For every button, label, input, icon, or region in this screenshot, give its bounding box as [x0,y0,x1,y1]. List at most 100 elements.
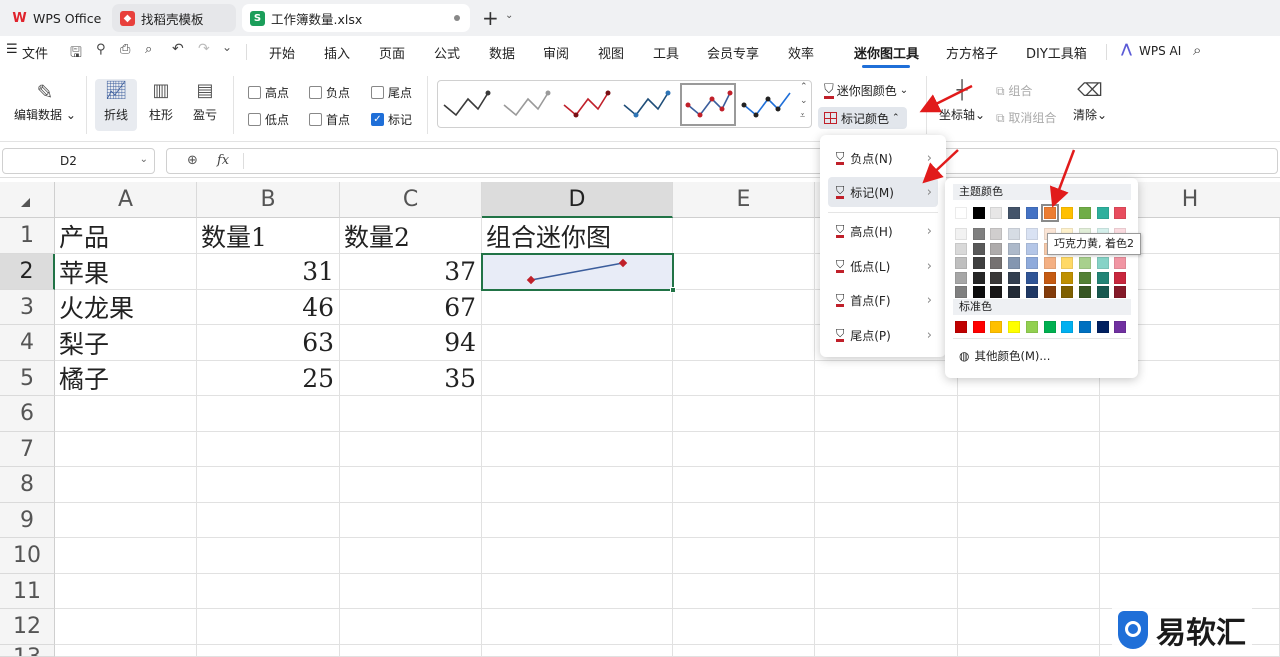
row-header-12[interactable]: 12 [0,609,55,645]
theme-shade-swatch[interactable] [1078,286,1091,298]
menu-insert[interactable]: 插入 [324,43,350,62]
style-swatch-2[interactable] [503,90,551,117]
cell-h6[interactable] [1100,396,1280,432]
theme-shade-swatch[interactable] [972,242,985,255]
cell-f8[interactable] [815,467,958,503]
theme-shade-swatch[interactable] [955,228,967,240]
unsaved-dot-icon[interactable] [454,15,460,21]
theme-shade-swatch[interactable] [990,228,1003,240]
menu-item-markers[interactable]: ⛉ 标记(M) › [828,177,938,207]
menu-view[interactable]: 视图 [598,43,624,62]
cell-e3[interactable] [673,290,815,325]
cell-d12[interactable] [482,609,673,645]
cell-b7[interactable] [197,432,340,467]
style-swatch-1[interactable] [443,90,491,117]
undo-icon[interactable]: ↶ [172,41,184,57]
row-header-2[interactable]: 2 [0,254,55,290]
cell-c12[interactable] [340,609,482,645]
standard-color-swatch[interactable] [1043,321,1056,333]
cell-e10[interactable] [673,538,815,574]
print-icon[interactable]: ⎙ [120,42,130,57]
theme-shade-swatch[interactable] [1025,257,1038,269]
theme-shade-swatch[interactable] [1061,271,1074,284]
theme-shade-swatch[interactable] [972,257,985,269]
gallery-scroll-up-icon[interactable]: ⌃ [800,82,808,92]
quick-access-chevron-icon[interactable]: ⌄ [222,40,232,54]
cell-a1[interactable]: 产品 [55,218,197,254]
more-colors-button[interactable]: ◍ 其他颜色(M)... [959,348,1050,364]
row-header-13[interactable]: 13 [0,645,55,657]
cell-c6[interactable] [340,396,482,432]
cell-a3[interactable]: 火龙果 [55,290,197,325]
cell-d10[interactable] [482,538,673,574]
cell-b8[interactable] [197,467,340,503]
cell-g10[interactable] [958,538,1100,574]
cell-e11[interactable] [673,574,815,609]
last-point-checkbox[interactable]: 尾点 [371,84,412,101]
cell-c10[interactable] [340,538,482,574]
cell-e8[interactable] [673,467,815,503]
theme-color-swatch[interactable] [1078,207,1091,219]
cell-a6[interactable] [55,396,197,432]
cell-g13[interactable] [958,645,1100,657]
theme-color-swatch[interactable] [1025,207,1038,219]
theme-shade-swatch[interactable] [1096,271,1109,284]
theme-color-swatch[interactable] [1008,207,1021,219]
theme-shade-swatch[interactable] [990,286,1003,298]
marker-color-button[interactable]: 标记颜色 ⌃ [818,107,907,129]
cell-c4[interactable]: 94 [340,325,482,361]
theme-shade-swatch[interactable] [1096,257,1109,269]
cell-d3[interactable] [482,290,673,325]
cell-b12[interactable] [197,609,340,645]
menu-item-first-point[interactable]: ⛉ 首点(F) › [828,285,938,315]
column-type-button[interactable]: ▥ 柱形 [140,80,182,123]
cell-e4[interactable] [673,325,815,361]
theme-shade-swatch[interactable] [955,257,967,269]
cell-a10[interactable] [55,538,197,574]
cell-b13[interactable] [197,645,340,657]
column-header-e[interactable]: E [673,182,815,218]
cell-f10[interactable] [815,538,958,574]
markers-checkbox[interactable]: ✓ 标记 [371,111,412,128]
row-header-8[interactable]: 8 [0,467,55,503]
cell-f7[interactable] [815,432,958,467]
negative-point-checkbox[interactable]: 负点 [309,84,350,101]
standard-color-swatch[interactable] [1114,321,1127,333]
cell-a8[interactable] [55,467,197,503]
theme-shade-swatch[interactable] [1008,228,1021,240]
menu-item-high-point[interactable]: ⛉ 高点(H) › [828,216,938,246]
cell-c13[interactable] [340,645,482,657]
row-header-9[interactable]: 9 [0,503,55,538]
theme-shade-swatch[interactable] [955,271,967,284]
menu-data[interactable]: 数据 [489,43,515,62]
cell-a9[interactable] [55,503,197,538]
menu-sparkline-tools[interactable]: 迷你图工具 [854,43,919,62]
tab-list-chevron-icon[interactable]: ⌄ [505,10,513,21]
theme-color-swatch[interactable] [1114,207,1127,219]
menu-efficiency[interactable]: 效率 [788,43,814,62]
cell-a12[interactable] [55,609,197,645]
theme-shade-swatch[interactable] [1025,228,1038,240]
print-preview-icon[interactable]: ⌕ [145,42,152,57]
theme-shade-swatch[interactable] [955,286,967,298]
cell-e2[interactable] [673,254,815,290]
cell-c2[interactable]: 37 [340,254,482,290]
zoom-search-icon[interactable]: ⊕ [187,153,198,168]
cell-f5[interactable] [815,361,958,396]
standard-color-swatch[interactable] [1061,321,1074,333]
theme-shade-swatch[interactable] [1008,271,1021,284]
cell-d9[interactable] [482,503,673,538]
cell-h8[interactable] [1100,467,1280,503]
theme-color-swatch[interactable] [955,207,967,219]
cell-e5[interactable] [673,361,815,396]
cell-d4[interactable] [482,325,673,361]
line-type-button[interactable]: 📈︎ 折线 [95,80,137,123]
theme-shade-swatch[interactable] [1078,257,1091,269]
tab-template[interactable]: ◆ 找稻壳模板 [112,4,236,32]
cell-b6[interactable] [197,396,340,432]
cell-g9[interactable] [958,503,1100,538]
cell-a13[interactable] [55,645,197,657]
cell-f6[interactable] [815,396,958,432]
menu-home[interactable]: 开始 [269,43,295,62]
standard-color-swatch[interactable] [1025,321,1038,333]
